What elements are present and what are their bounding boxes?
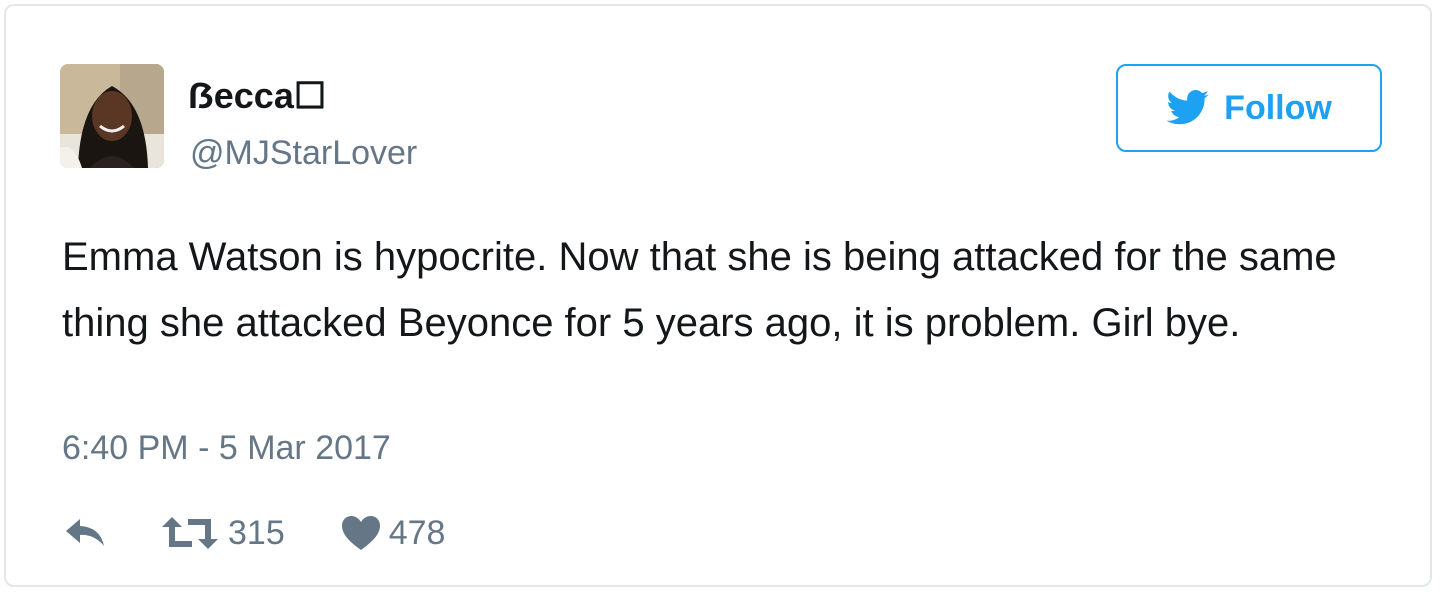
tweet-text: Emma Watson is hypocrite. Now that she i… (62, 235, 1337, 345)
tweet-timestamp[interactable]: 6:40 PM - 5 Mar 2017 (62, 426, 391, 470)
twitter-bird-icon (1166, 90, 1210, 126)
retweet-button[interactable]: 315 (160, 508, 285, 558)
heart-icon (341, 515, 381, 551)
user-handle[interactable]: @MJStarLover (190, 132, 417, 174)
avatar[interactable] (60, 64, 164, 168)
follow-button[interactable]: Follow (1116, 64, 1382, 152)
reply-button[interactable] (62, 516, 108, 550)
display-name[interactable]: ẞecca☐ (188, 74, 326, 118)
retweet-count: 315 (228, 514, 285, 552)
tweet-card: ẞecca☐ @MJStarLover Follow Emma Watson i… (4, 4, 1432, 587)
follow-label: Follow (1224, 88, 1332, 127)
retweet-icon (160, 513, 220, 553)
like-count: 478 (388, 514, 446, 552)
tweet-actions: 315 478 (62, 508, 445, 558)
reply-icon (62, 516, 108, 550)
like-button[interactable]: 478 (341, 508, 446, 558)
